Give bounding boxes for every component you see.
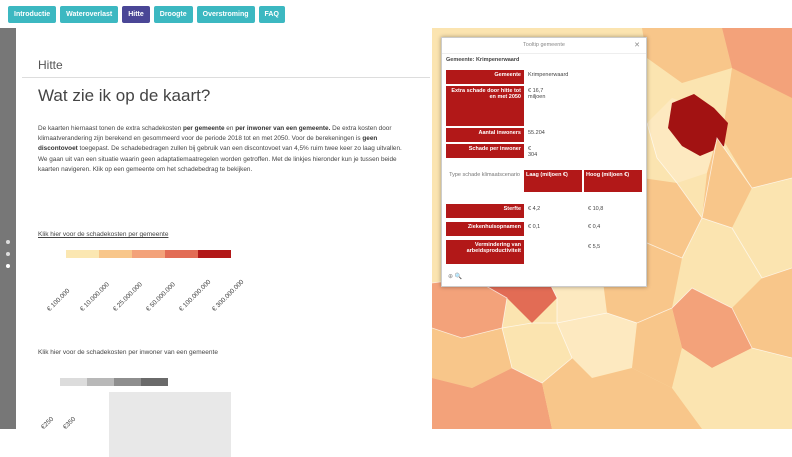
legend-tick-label: € 50.000.000 <box>145 281 177 313</box>
tab-wateroverlast[interactable]: Wateroverlast <box>60 6 119 23</box>
legend-swatch <box>198 250 231 258</box>
tab-faq[interactable]: FAQ <box>258 6 285 23</box>
legend-per-inwoner <box>60 378 168 386</box>
top-tabs: Introductie Wateroverlast Hitte Droogte … <box>8 6 285 23</box>
legend-swatch <box>99 250 132 258</box>
tab-hitte[interactable]: Hitte <box>122 6 150 23</box>
legend-tick-label: € 100.000 <box>46 287 72 313</box>
side-scrollbar[interactable] <box>0 28 16 429</box>
popup-title: Tooltip gemeente <box>442 38 646 54</box>
legend-swatch <box>60 378 87 386</box>
legend-swatch <box>66 250 99 258</box>
gemeente-popup: Tooltip gemeente ✕ Gemeente: Krimpenerwa… <box>441 37 647 287</box>
popup-subtitle: Gemeente: Krimpenerwaard <box>446 57 520 63</box>
row-label-ziekenhuisopnamen: Ziekenhuisopnamen <box>446 222 524 236</box>
tab-introductie[interactable]: Introductie <box>8 6 57 23</box>
paragraph-text: De kaarten hiernaast tonen de extra scha… <box>38 125 183 132</box>
paragraph-text: en <box>224 125 236 132</box>
legend-per-gemeente <box>66 250 231 258</box>
type-schade-label: Type schade klimaatscenario <box>449 172 520 178</box>
legend-swatch <box>132 250 165 258</box>
legend-tick-label: € 100.000.000 <box>178 278 213 313</box>
row-label-sterfte: Sterfte <box>446 204 524 218</box>
cell-sterfte-hoog: € 10,8 <box>588 206 604 212</box>
paragraph-emphasis: per gemeente <box>182 125 225 132</box>
intro-paragraph: De kaarten hiernaast tonen de extra scha… <box>38 124 408 175</box>
cell-sterfte-laag: € 4,2 <box>528 206 541 212</box>
cell-ziekenhuis-hoog: € 0,4 <box>588 224 601 230</box>
row-value: € 16,7 miljoen <box>528 88 546 100</box>
col-header-hoog: Hoog (miljoen €) <box>584 170 642 192</box>
legend-placeholder <box>109 392 231 457</box>
legend-swatch <box>165 250 198 258</box>
panel-title: Hitte <box>38 58 63 72</box>
close-icon[interactable]: ✕ <box>634 41 640 49</box>
legend-swatch <box>87 378 114 386</box>
legend-tick-label: € 300.000.000 <box>211 278 246 313</box>
row-label: Extra schade door hitte tot en met 2050 <box>446 86 524 126</box>
row-label: Gemeente <box>446 70 524 84</box>
popup-zoom-icons[interactable]: ⊕ 🔍 <box>448 273 462 280</box>
cell-ziekenhuis-laag: € 0,1 <box>528 224 541 230</box>
divider <box>22 77 430 78</box>
col-header-laag: Laag (miljoen €) <box>524 170 582 192</box>
nav-dot[interactable] <box>6 240 10 244</box>
row-value: Krimpenerwaard <box>528 72 569 78</box>
row-label-arbeidsproductiviteit: Vermindering van arbeidsproductiviteit <box>446 240 524 264</box>
paragraph-emphasis: per inwoner van een gemeente. <box>235 125 331 132</box>
page-heading: Wat zie ik op de kaart? <box>38 86 211 105</box>
tab-droogte[interactable]: Droogte <box>153 6 193 23</box>
legend-tick-label: € 10.000.000 <box>79 281 111 313</box>
row-value: 55.204 <box>528 130 545 136</box>
legend-tick-label: € 25.000.000 <box>112 281 144 313</box>
nav-dot-active[interactable] <box>6 264 10 268</box>
row-value: € 304 <box>528 146 538 158</box>
legend-swatch <box>114 378 141 386</box>
legend-swatch <box>141 378 168 386</box>
link-per-inwoner[interactable]: Klik hier voor de schadekosten per inwon… <box>38 349 218 356</box>
row-label: Schade per inwoner <box>446 144 524 158</box>
link-per-gemeente[interactable]: Klik hier voor de schadekosten per gemee… <box>38 231 168 238</box>
tab-overstroming[interactable]: Overstroming <box>196 6 255 23</box>
nav-dot[interactable] <box>6 252 10 256</box>
story-panel: Hitte Wat zie ik op de kaart? De kaarten… <box>16 28 430 457</box>
paragraph-text: toegepast. De schadebedragen zullen bij … <box>38 145 402 173</box>
row-label: Aantal inwoners <box>446 128 524 142</box>
cell-arbeid-hoog: € 5,5 <box>588 244 601 250</box>
